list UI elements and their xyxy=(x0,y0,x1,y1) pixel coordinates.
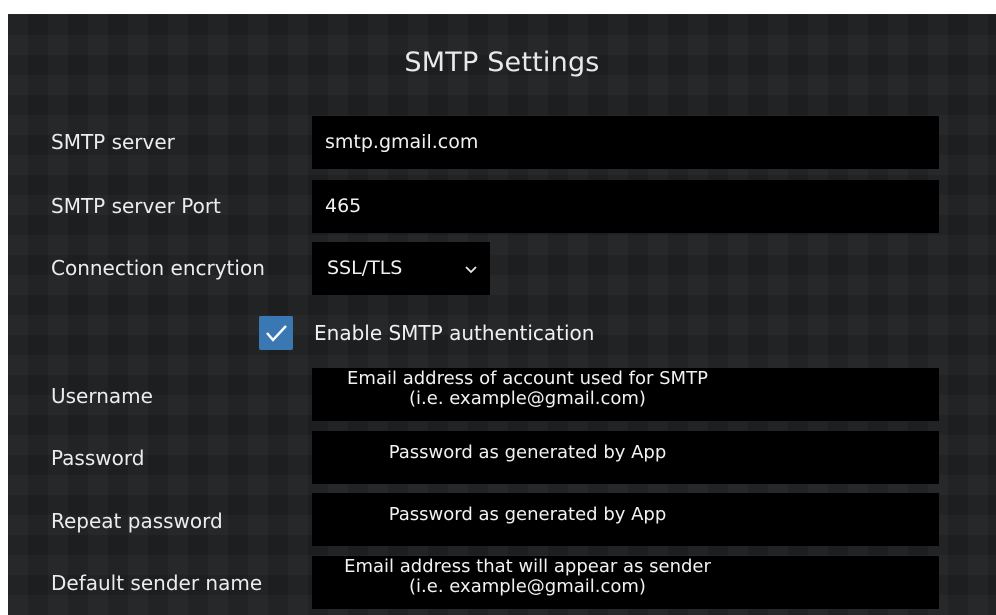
sender-name-hint-line1: Email address that will appear as sender xyxy=(344,556,711,577)
username-input[interactable]: Email address of account used for SMTP (… xyxy=(312,368,939,421)
sender-name-input[interactable]: Email address that will appear as sender… xyxy=(312,556,939,609)
encryption-label: Connection encrytion xyxy=(51,256,265,280)
username-hint-line2: (i.e. example@gmail.com) xyxy=(409,388,646,409)
repeat-password-hint: Password as generated by App xyxy=(388,504,667,525)
auth-checkbox[interactable] xyxy=(259,316,293,350)
password-label: Password xyxy=(51,446,145,470)
sender-name-label: Default sender name xyxy=(51,571,263,595)
encryption-value: SSL/TLS xyxy=(327,257,403,279)
smtp-port-input[interactable]: 465 xyxy=(312,180,939,233)
smtp-server-value: smtp.gmail.com xyxy=(325,131,479,153)
smtp-port-label: SMTP server Port xyxy=(51,194,221,218)
auth-checkbox-label[interactable]: Enable SMTP authentication xyxy=(314,318,594,348)
smtp-server-label: SMTP server xyxy=(51,130,175,154)
smtp-settings-panel: SMTP Settings SMTP server smtp.gmail.com… xyxy=(8,14,996,615)
repeat-password-label: Repeat password xyxy=(51,509,223,533)
smtp-port-value: 465 xyxy=(325,195,362,217)
checkmark-icon xyxy=(266,325,287,342)
password-hint: Password as generated by App xyxy=(388,442,667,463)
dialog-title: SMTP Settings xyxy=(404,47,600,78)
chevron-down-icon xyxy=(465,266,477,274)
password-input[interactable]: Password as generated by App xyxy=(312,431,939,484)
repeat-password-input[interactable]: Password as generated by App xyxy=(312,493,939,546)
smtp-server-input[interactable]: smtp.gmail.com xyxy=(312,116,939,169)
username-label: Username xyxy=(51,384,153,408)
sender-name-hint-line2: (i.e. example@gmail.com) xyxy=(409,576,646,597)
encryption-select[interactable]: SSL/TLS xyxy=(312,242,490,295)
username-hint-line1: Email address of account used for SMTP xyxy=(347,368,708,389)
